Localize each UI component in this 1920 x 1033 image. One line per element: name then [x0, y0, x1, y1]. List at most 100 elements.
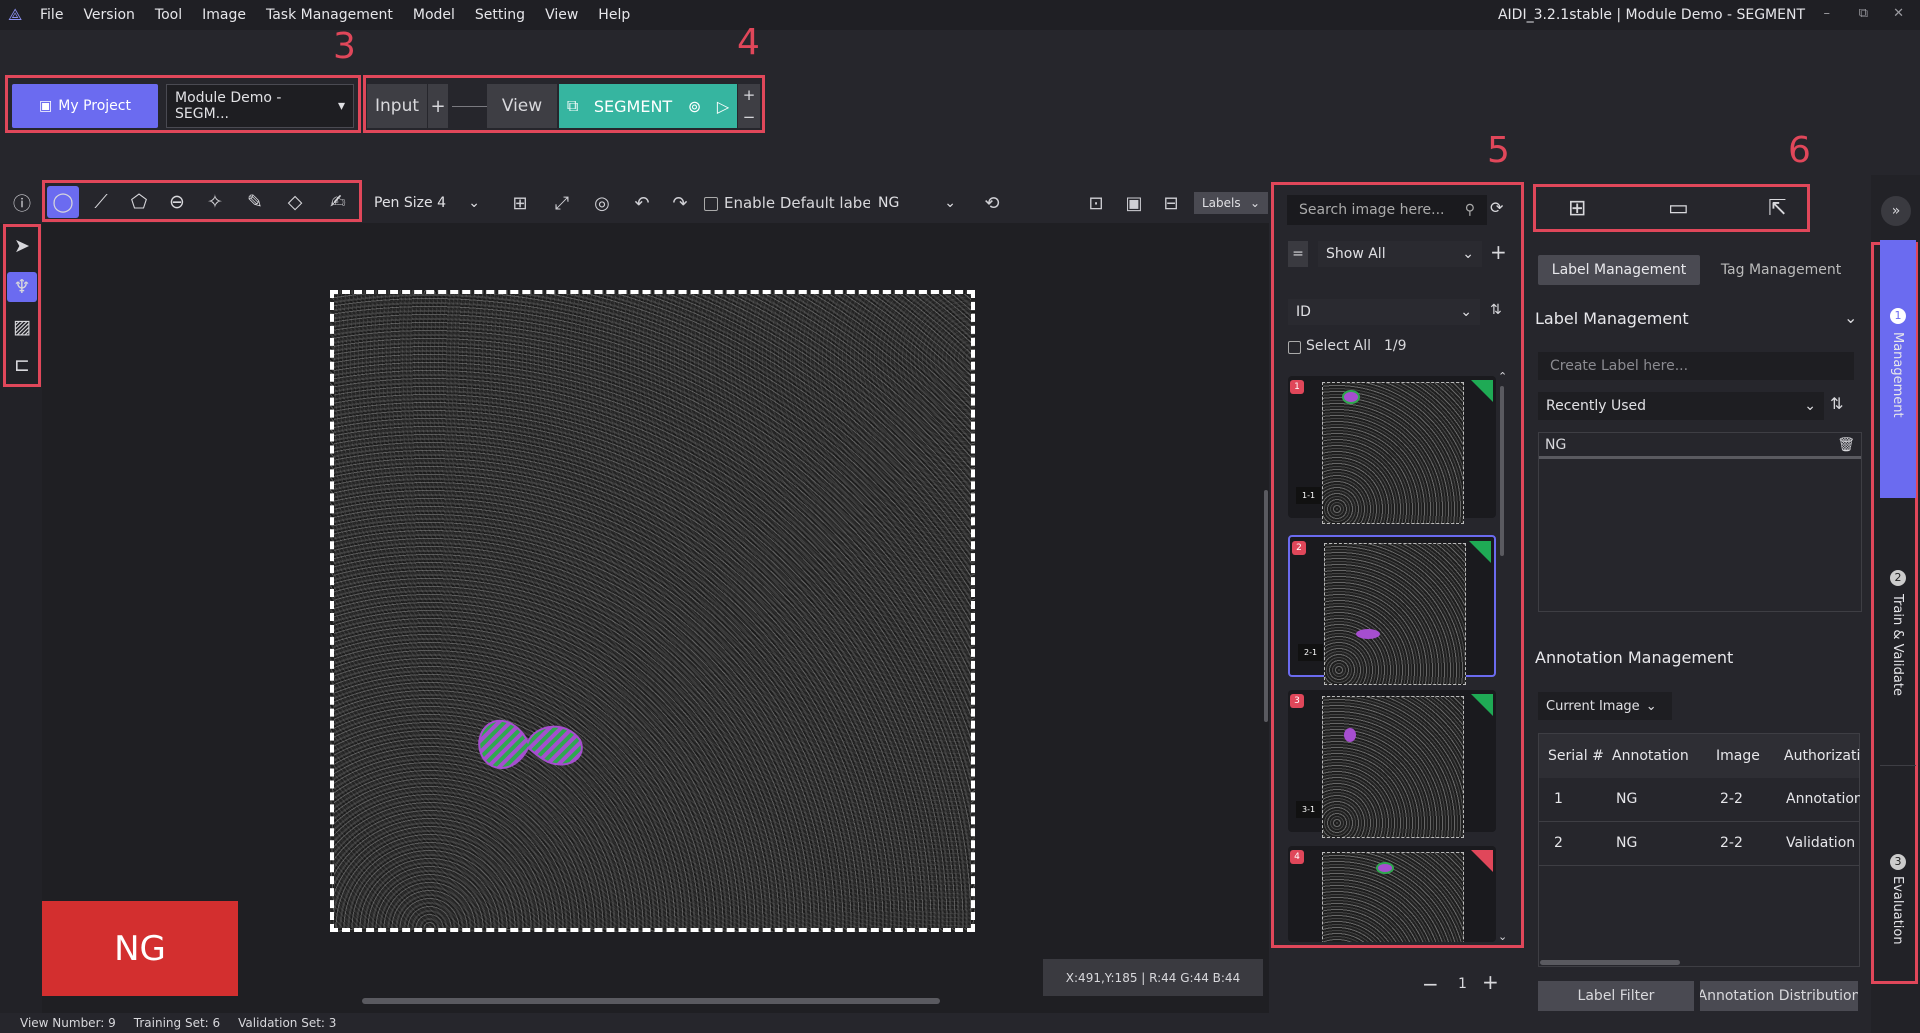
- label-row[interactable]: NG 🗑: [1539, 433, 1861, 459]
- segment-node[interactable]: ⧉ SEGMENT ⊚ ▷: [559, 84, 737, 128]
- sort-order-icon[interactable]: ⇅: [1490, 302, 1502, 318]
- collapse-panel-icon[interactable]: »: [1881, 196, 1911, 226]
- module-select[interactable]: Module Demo - SEGM... ▾: [166, 84, 354, 128]
- image-thumb[interactable]: 1 1-1: [1288, 376, 1496, 524]
- scroll-bottom-icon[interactable]: ⌄: [1498, 930, 1507, 943]
- recently-used-select[interactable]: Recently Used ⌄: [1538, 392, 1824, 420]
- thumb-image: [1322, 696, 1464, 838]
- caret-down-icon: ⌄: [1249, 196, 1260, 210]
- annotation-distribution-button[interactable]: Annotation Distribution: [1700, 981, 1858, 1011]
- default-label-select[interactable]: NG ⌄: [870, 191, 964, 215]
- remove-module-button[interactable]: −: [738, 106, 760, 128]
- enable-default-label-text: Enable Default label: [724, 194, 876, 212]
- train-validate-tab[interactable]: Train & Validate: [1890, 594, 1905, 696]
- add-image-icon[interactable]: ⊞: [1568, 196, 1586, 221]
- view-node[interactable]: View: [487, 84, 557, 128]
- eraser-tool-icon[interactable]: ◇: [280, 187, 310, 217]
- menu-image[interactable]: Image: [202, 7, 246, 23]
- filter-operator[interactable]: =: [1288, 241, 1308, 267]
- tab-label-management[interactable]: Label Management: [1538, 255, 1700, 285]
- current-image-select[interactable]: Current Image ⌄: [1538, 692, 1672, 720]
- image-thumb[interactable]: 3 3-1: [1288, 690, 1496, 838]
- line-tool-icon[interactable]: ⟋: [86, 187, 116, 217]
- refresh-icon[interactable]: ⟳: [1490, 198, 1503, 217]
- collapse-icon[interactable]: ⌄: [1844, 308, 1857, 327]
- cell-image: 2-2: [1720, 791, 1743, 807]
- edit-tool-icon[interactable]: ✍: [323, 187, 353, 217]
- brush-tool-icon[interactable]: ✎: [240, 187, 270, 217]
- image-search-input[interactable]: Search image here... ⚲: [1287, 195, 1487, 225]
- scroll-top-icon[interactable]: ⌃: [1498, 370, 1507, 383]
- add-module-button[interactable]: +: [738, 84, 760, 106]
- menu-view[interactable]: View: [545, 7, 578, 23]
- header-serial[interactable]: Serial #: [1548, 748, 1604, 764]
- status-validation-set: Validation Set: 3: [238, 1016, 337, 1030]
- add-filter-button[interactable]: +: [1490, 240, 1507, 264]
- circle-tool-icon[interactable]: ⊖: [162, 187, 192, 217]
- header-authorization[interactable]: Authorizatio: [1784, 748, 1860, 764]
- evaluation-tab[interactable]: Evaluation: [1890, 876, 1905, 945]
- close-button[interactable]: ✕: [1893, 6, 1904, 21]
- fit-screen-icon[interactable]: ⤢: [548, 189, 576, 217]
- menu-tool[interactable]: Tool: [155, 7, 182, 23]
- header-image[interactable]: Image: [1716, 748, 1760, 764]
- sort-select[interactable]: ID ⌄: [1288, 299, 1480, 325]
- app-logo-icon: ⟁: [8, 5, 23, 24]
- palette-icon[interactable]: ◎: [588, 189, 616, 217]
- image-thumb[interactable]: 4: [1288, 846, 1496, 942]
- cell-serial: 1: [1554, 791, 1563, 807]
- my-project-label: My Project: [58, 98, 131, 114]
- thumb-list-scrollbar[interactable]: [1500, 386, 1504, 556]
- image-filter-select[interactable]: Show All ⌄: [1318, 241, 1482, 267]
- undo-icon[interactable]: ↶: [628, 189, 656, 217]
- labels-select[interactable]: Labels ⌄: [1194, 192, 1268, 214]
- my-project-button[interactable]: ▣ My Project: [12, 84, 158, 128]
- menu-task-management[interactable]: Task Management: [266, 7, 393, 23]
- info-icon[interactable]: ⓘ: [8, 189, 36, 217]
- label-filter-button[interactable]: Label Filter: [1538, 981, 1694, 1011]
- header-annotation[interactable]: Annotation: [1612, 748, 1689, 764]
- cell-serial: 2: [1554, 835, 1563, 851]
- redo-icon[interactable]: ↷: [666, 189, 694, 217]
- minimize-button[interactable]: –: [1824, 6, 1831, 21]
- menu-model[interactable]: Model: [413, 7, 455, 23]
- menu-file[interactable]: File: [40, 7, 63, 23]
- menu-setting[interactable]: Setting: [475, 7, 525, 23]
- add-folder-icon[interactable]: ▭: [1668, 196, 1689, 221]
- grid-toggle-icon[interactable]: ⊞: [506, 189, 534, 217]
- roi-icon[interactable]: ⊏: [7, 350, 37, 380]
- image-canvas[interactable]: [330, 290, 975, 932]
- ellipse-tool-icon[interactable]: ◯: [48, 187, 78, 217]
- menu-version[interactable]: Version: [83, 7, 134, 23]
- pen-size-select[interactable]: Pen Size 4 ⌄: [366, 191, 488, 215]
- hatch-icon[interactable]: ▨: [7, 312, 37, 342]
- export-image-icon[interactable]: ⇱: [1768, 196, 1786, 221]
- page-prev-button[interactable]: −: [1422, 972, 1439, 996]
- input-node[interactable]: Input: [367, 84, 427, 128]
- save-as-icon[interactable]: ⊟: [1157, 189, 1185, 217]
- window-title: AIDI_3.2.1stable | Module Demo - SEGMENT: [1497, 7, 1805, 23]
- restore-button[interactable]: ⧉: [1859, 6, 1868, 21]
- page-next-button[interactable]: +: [1482, 970, 1499, 994]
- image-thumb-selected[interactable]: 2 2-1: [1288, 535, 1496, 685]
- trash-icon[interactable]: 🗑: [1837, 437, 1855, 453]
- lamp-icon[interactable]: ♆: [7, 272, 37, 302]
- cycle-icon[interactable]: ⟲: [978, 189, 1006, 217]
- canvas-h-scrollbar[interactable]: [362, 998, 940, 1004]
- tab-tag-management[interactable]: Tag Management: [1700, 255, 1862, 285]
- enable-default-label-checkbox[interactable]: [704, 197, 718, 211]
- sort-labels-icon[interactable]: ⇅: [1830, 394, 1843, 413]
- ng-annotation-shape[interactable]: [476, 714, 596, 774]
- ok-icon[interactable]: ⊡: [1082, 189, 1110, 217]
- table-h-scrollbar[interactable]: [1540, 960, 1680, 965]
- cell-authorization: Validation I: [1786, 835, 1860, 851]
- save-icon[interactable]: ▣: [1120, 189, 1148, 217]
- add-after-input-button[interactable]: +: [428, 84, 448, 128]
- canvas-v-scrollbar[interactable]: [1264, 490, 1268, 722]
- polygon-tool-icon[interactable]: ⬠: [124, 187, 154, 217]
- magic-wand-icon[interactable]: ✧: [200, 187, 230, 217]
- select-all-checkbox[interactable]: [1288, 341, 1301, 354]
- select-arrow-icon[interactable]: ➤: [7, 231, 37, 261]
- create-label-input[interactable]: Create Label here...: [1538, 352, 1854, 380]
- menu-help[interactable]: Help: [598, 7, 630, 23]
